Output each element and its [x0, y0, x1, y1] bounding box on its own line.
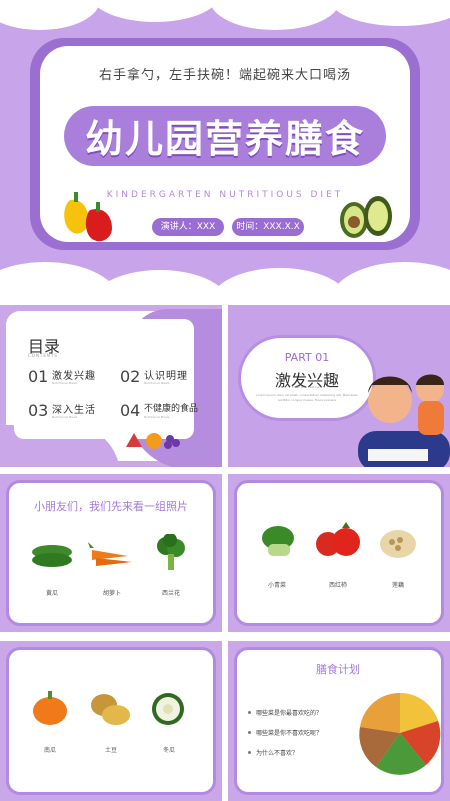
toc-number: 01 [28, 367, 49, 386]
carrot-icon [88, 542, 132, 566]
winter-melon-icon [152, 693, 184, 725]
lotus-root-icon [380, 530, 416, 558]
presenter-badge: 演讲人：XXX [152, 218, 224, 236]
cloud-decoration [0, 0, 100, 30]
cloud-decoration [330, 0, 450, 26]
cloud-decoration [330, 262, 450, 296]
cloud-decoration [210, 268, 350, 296]
food-label: 西兰花 [161, 590, 180, 597]
food-slide-3: 南瓜 土豆 冬瓜 [0, 641, 222, 801]
meal-plan-slide: 膳食计划 哪些菜是你最喜欢吃的？ 哪些菜是你不喜欢吃呢？ 为什么不喜欢？ [228, 641, 450, 801]
food-label: 冬瓜 [162, 747, 175, 754]
part-body: Lorem ipsum dolor sit amet, consectetuer… [256, 393, 358, 402]
cucumber-icon [32, 545, 72, 567]
food-pyramid-plate-icon [359, 692, 441, 775]
food-label: 南瓜 [43, 747, 56, 754]
food-label: 西红柿 [328, 582, 347, 589]
cloud-decoration [90, 0, 220, 22]
toc-item-sub: Nutritional Meals [52, 415, 78, 419]
part-tagline: Enter your text here [291, 385, 323, 389]
food-label: 莲藕 [391, 582, 404, 589]
time-badge: 时间：XXX.X.X [232, 218, 304, 236]
potato-icon [91, 694, 130, 725]
cloud-decoration [210, 0, 340, 30]
fruits-icon [126, 433, 180, 449]
food-label: 土豆 [104, 747, 117, 754]
meal-plan-heading: 膳食计划 [316, 663, 360, 676]
avocado-icon [340, 196, 392, 238]
cloud-decoration [90, 270, 230, 296]
toc-number: 03 [28, 401, 49, 420]
bok-choy-icon [262, 526, 294, 556]
food-slide-1: 小朋友们，我们先来看一组照片 黄瓜 胡萝卜 西兰花 [0, 474, 222, 632]
part-slide: PART 01 激发兴趣 Enter your text here Lorem … [228, 305, 450, 467]
cover-title: 幼儿园营养膳食 [84, 117, 365, 161]
toc-item-label: 深入生活 [52, 405, 96, 416]
bullet-icon [248, 731, 251, 734]
bullet-icon [248, 751, 251, 754]
question-item: 为什么不喜欢？ [256, 750, 299, 757]
toc-item-label: 激发兴趣 [52, 371, 96, 382]
toc-item-sub: Nutritional Meals [144, 415, 170, 419]
tomato-icon [316, 522, 360, 556]
question-item: 哪些菜是你不喜欢吃呢？ [256, 730, 323, 737]
contents-slide: 目录 CONTENTS 01 激发兴趣 Nutritional Meals 02… [0, 305, 222, 467]
food-label: 胡萝卜 [102, 590, 121, 597]
toc-item-label: 认识明理 [144, 371, 188, 382]
toc-number: 02 [120, 367, 141, 386]
father-child-illustration [358, 374, 450, 467]
food-label: 黄瓜 [45, 590, 58, 597]
contents-subtitle: CONTENTS [28, 353, 58, 358]
pumpkin-icon [33, 691, 67, 725]
cover-slide: 右手拿勺，左手扶碗！端起碗来大口喝汤 幼儿园营养膳食 KINDERGARTEN … [0, 0, 450, 296]
bullet-icon [248, 711, 251, 714]
toc-item-label: 不健康的食品 [144, 404, 199, 414]
food-heading: 小朋友们，我们先来看一组照片 [34, 500, 188, 513]
broccoli-icon [157, 534, 185, 570]
bell-pepper-icon [64, 192, 112, 242]
toc-item-sub: Nutritional Meals [52, 381, 78, 385]
toc-item-sub: Nutritional Meals [144, 381, 170, 385]
cover-motto: 右手拿勺，左手扶碗！端起碗来大口喝汤 [98, 68, 351, 83]
food-label: 小青菜 [267, 582, 286, 589]
toc-number: 04 [120, 401, 141, 420]
food-slide-2: 小青菜 西红柿 莲藕 [228, 474, 450, 632]
question-item: 哪些菜是你最喜欢吃的？ [256, 710, 323, 717]
